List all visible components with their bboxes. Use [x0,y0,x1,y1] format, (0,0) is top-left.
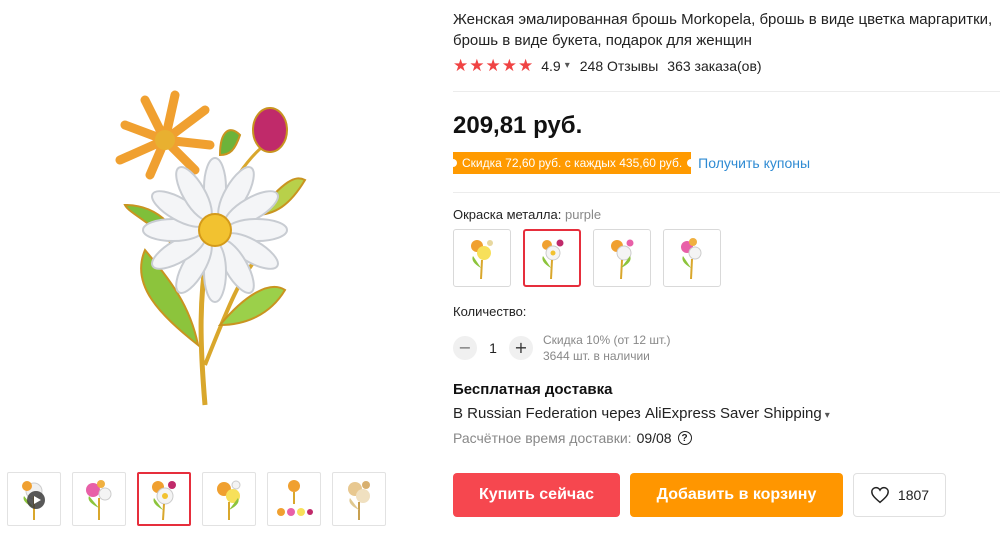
coupon-tag: Скидка 72,60 руб. с каждых 435,60 руб. [448,152,696,174]
help-icon[interactable]: ? [677,431,692,445]
product-title: Женская эмалированная брошь Morkopela, б… [453,11,993,49]
variant-option-white[interactable] [593,229,651,287]
plus-icon: + [514,338,528,357]
wishlist-count: 1807 [897,487,930,503]
thumbnail-set[interactable] [267,472,321,526]
reviews-count[interactable]: 248 Отзывы [580,58,659,74]
play-icon [27,491,45,509]
buy-now-button[interactable]: Купить сейчас [453,473,620,517]
variant-label-row: Окраска металла: purple [453,207,601,222]
quantity-stepper: − 1 + Скидка 10% (от 12 шт.) 3644 шт. в … [453,332,671,364]
thumbnail-yellow-bouquet[interactable] [202,472,256,526]
get-coupons-link[interactable]: Получить купоны [698,155,810,171]
quantity-info: Скидка 10% (от 12 шт.) 3644 шт. в наличи… [543,332,671,364]
shipping-route-text: В Russian Federation через AliExpress Sa… [453,405,822,422]
divider [453,192,1000,193]
shipping-title: Бесплатная доставка [453,381,613,398]
thumbnail-pink-bouquet[interactable] [72,472,126,526]
thumbnail-gold-bouquet[interactable] [332,472,386,526]
quantity-minus-button[interactable]: − [453,336,477,360]
star-icon: ★ [485,56,501,75]
thumbnail-purple-bouquet[interactable] [137,472,191,526]
chevron-down-icon[interactable]: ▾ [565,60,570,71]
star-rating: ★ ★ ★ ★ ★ [453,57,533,74]
star-icon: ★ [469,56,485,75]
rating-value[interactable]: 4.9 [541,58,560,74]
variant-option-purple[interactable] [523,229,581,287]
rating-row: ★ ★ ★ ★ ★ 4.9 ▾ 248 Отзывы 363 заказа(ов… [453,57,762,74]
delivery-estimate-label: Расчётное время доставки: [453,430,632,446]
product-main-image[interactable] [70,65,360,435]
divider [453,91,1000,92]
thumbnail-strip [7,472,386,526]
minus-icon: − [458,338,472,357]
quantity-value[interactable]: 1 [477,340,509,356]
thumbnail-video[interactable] [7,472,61,526]
star-icon: ★ [518,56,534,75]
delivery-estimate-value: 09/08 [636,430,672,446]
heart-icon [871,486,889,504]
quantity-plus-button[interactable]: + [509,336,533,360]
star-icon: ★ [453,56,469,75]
variant-selected: purple [565,207,602,222]
product-price: 209,81 руб. [453,112,583,139]
wishlist-button[interactable]: 1807 [853,473,946,517]
variant-options [453,229,721,287]
add-to-cart-button[interactable]: Добавить в корзину [630,473,843,517]
variant-option-yellow[interactable] [453,229,511,287]
quantity-label: Количество: [453,304,527,319]
chevron-down-icon[interactable]: ▾ [825,410,830,421]
variant-label: Окраска металла: [453,207,562,222]
stock-text: 3644 шт. в наличии [543,349,650,363]
shipping-route[interactable]: В Russian Federation через AliExpress Sa… [453,405,840,422]
star-icon: ★ [501,56,517,75]
coupon-row: Скидка 72,60 руб. с каждых 435,60 руб. П… [448,152,810,174]
delivery-estimate: Расчётное время доставки: 09/08 ? [453,430,692,446]
bulk-discount-text: Скидка 10% (от 12 шт.) [543,333,671,347]
variant-option-pink[interactable] [663,229,721,287]
orders-count: 363 заказа(ов) [667,57,762,74]
